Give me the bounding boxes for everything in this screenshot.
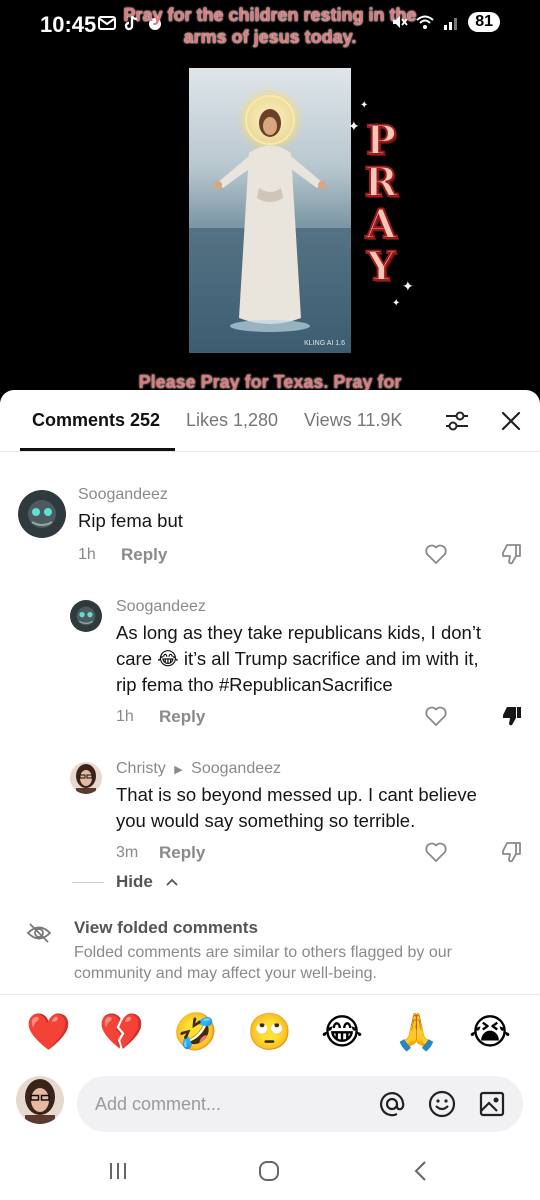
sparkle-icon: ✦	[402, 278, 414, 294]
emoji-eye-roll[interactable]: 🙄	[247, 1012, 292, 1052]
jesus-figure-image	[189, 86, 351, 353]
comment-text-line: you would say something so terrible.	[116, 810, 416, 831]
mute-icon	[393, 16, 408, 28]
pray-letter: P	[365, 117, 397, 164]
user-avatar	[16, 1076, 64, 1124]
comment-composer	[0, 1076, 540, 1136]
comment-text: That is so beyond messed up. I cant beli…	[116, 782, 477, 834]
signal-icon	[444, 18, 458, 30]
heart-icon[interactable]	[424, 840, 448, 864]
emoji-broken-heart[interactable]: 💔	[99, 1012, 144, 1052]
comment-text: As long as they take republicans kids, I…	[116, 620, 481, 698]
image-icon[interactable]	[477, 1089, 507, 1119]
wifi-icon	[416, 15, 434, 29]
hide-label: Hide	[116, 872, 153, 891]
recents-icon[interactable]	[105, 1158, 131, 1184]
heart-icon[interactable]	[424, 542, 448, 566]
emoji-joy[interactable]: 😂	[320, 1012, 364, 1052]
chevron-up-icon	[166, 878, 178, 886]
avatar[interactable]	[70, 762, 102, 794]
comment-time: 1h	[78, 546, 96, 563]
hide-replies-button[interactable]: Hide	[72, 872, 179, 892]
dislike-icon[interactable]	[500, 542, 524, 566]
sheet-tabs: Comments 252 Likes 1,280 Views 11.9K	[0, 390, 540, 452]
dislike-filled-icon[interactable]	[500, 704, 524, 728]
close-icon[interactable]	[498, 408, 524, 434]
pray-letter: Y	[366, 243, 397, 290]
divider-line	[72, 881, 104, 883]
system-nav-bar	[0, 1150, 540, 1200]
video-thumbnail-badge: KLING AI 1.6	[304, 340, 345, 347]
comment-text: Rip fema but	[78, 508, 183, 534]
emoji-sob[interactable]: 😭	[468, 1012, 512, 1052]
comment-username[interactable]: Soogandeez	[78, 486, 168, 504]
battery-indicator: 81	[468, 12, 500, 32]
comment-username-christy[interactable]: Christy	[116, 760, 166, 777]
comment-time: 3m	[116, 844, 139, 861]
divider	[0, 994, 540, 995]
avatar[interactable]	[70, 600, 102, 632]
eye-off-icon	[26, 923, 52, 943]
reply-arrow-icon: ▶	[174, 764, 183, 776]
reply-button[interactable]: Reply	[159, 843, 205, 863]
active-tab-indicator	[20, 448, 175, 451]
comment-text-line: care 😂 it’s all Trump sacrifice and im w…	[116, 648, 479, 669]
video-thumbnail: KLING AI 1.6	[189, 68, 351, 353]
emoji-quick-bar: ❤️ 💔 🤣 🙄 😂 🙏 😭	[0, 1008, 540, 1058]
comment-text-line: As long as they take republicans kids, I…	[116, 622, 482, 643]
comment-text-line: rip fema tho #RepublicanSacrifice	[116, 674, 393, 695]
emoji-heart[interactable]: ❤️	[26, 1012, 71, 1052]
reply-button[interactable]: Reply	[121, 545, 167, 565]
comment-item: Soogandeez Rip fema but 1h Reply	[0, 480, 540, 580]
reply-button[interactable]: Reply	[159, 707, 205, 727]
comment-input[interactable]	[95, 1088, 355, 1120]
comment-time: 1h	[116, 708, 134, 725]
tab-comments[interactable]: Comments 252	[32, 410, 160, 431]
comment-username[interactable]: Soogandeez	[116, 598, 206, 616]
comment-text-line: Rip fema but	[78, 510, 183, 531]
mention-icon[interactable]	[377, 1089, 407, 1119]
sparkle-icon: ✦	[392, 298, 401, 309]
avatar[interactable]	[18, 490, 66, 538]
filter-icon[interactable]	[444, 408, 470, 434]
comment-reply-item: Soogandeez As long as they take republic…	[0, 592, 540, 732]
comment-reply-item: Christy ▶ Soogandeez That is so beyond m…	[0, 754, 540, 864]
reply-to-username[interactable]: Soogandeez	[191, 760, 281, 777]
sparkle-icon: ✦	[360, 100, 369, 111]
sparkle-icon: ✦	[348, 118, 360, 134]
folded-comments-title[interactable]: View folded comments	[74, 918, 258, 938]
comments-sheet: Comments 252 Likes 1,280 Views 11.9K Soo…	[0, 390, 540, 1200]
tab-likes[interactable]: Likes 1,280	[186, 410, 278, 431]
emoji-picker-icon[interactable]	[427, 1089, 457, 1119]
pray-sticker: P R A Y	[360, 117, 402, 290]
emoji-pray[interactable]: 🙏	[394, 1012, 439, 1052]
pray-letter: A	[364, 201, 397, 248]
comment-input-box	[77, 1076, 523, 1132]
heart-icon[interactable]	[424, 704, 448, 728]
pray-letter: R	[363, 159, 398, 206]
folded-comments-description: Folded comments are similar to others fl…	[74, 944, 452, 982]
video-player[interactable]: 10:45 Pray for the children resting in t…	[0, 0, 540, 400]
emoji-rofl[interactable]: 🤣	[173, 1012, 218, 1052]
dislike-icon[interactable]	[500, 840, 524, 864]
comment-username: Christy ▶ Soogandeez	[116, 760, 281, 778]
tab-views[interactable]: Views 11.9K	[304, 410, 402, 431]
home-icon[interactable]	[256, 1158, 282, 1184]
status-icons-right: 81	[390, 12, 500, 32]
comment-text-line: That is so beyond messed up. I cant beli…	[116, 784, 477, 805]
back-icon[interactable]	[408, 1158, 434, 1184]
